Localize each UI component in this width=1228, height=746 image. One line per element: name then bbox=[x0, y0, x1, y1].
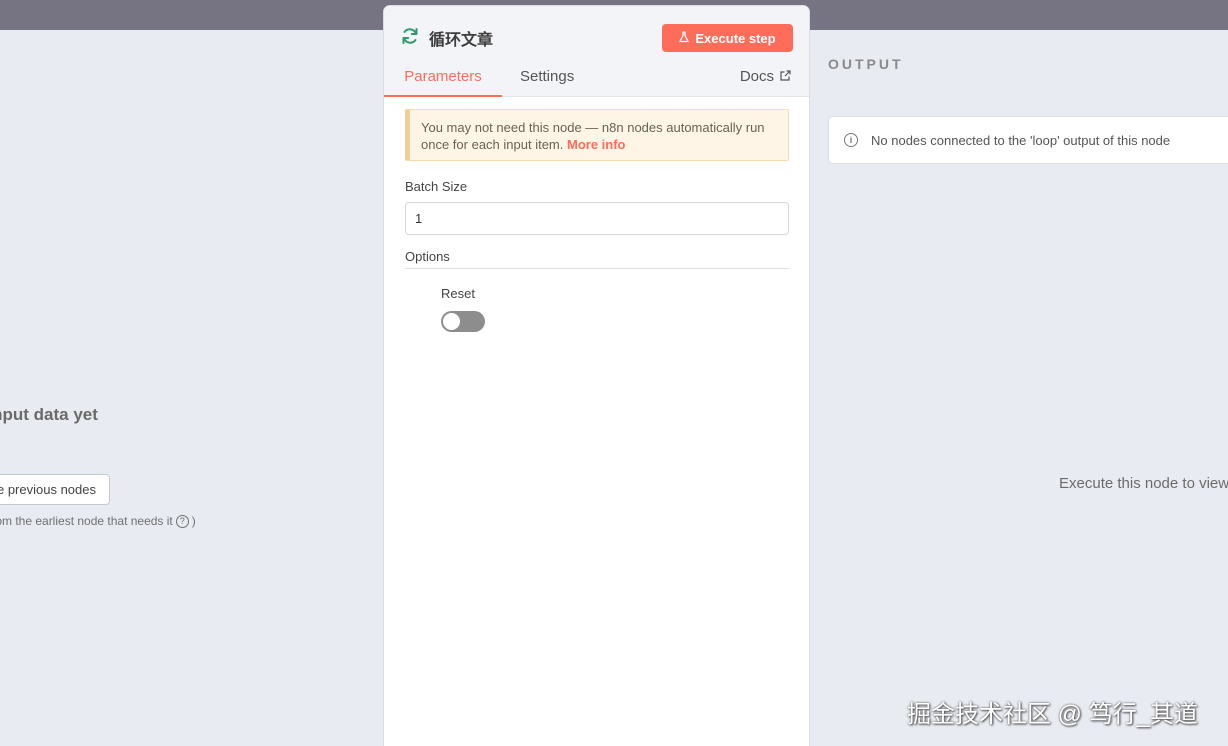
input-hint-text: (From the earliest node that needs it bbox=[0, 514, 173, 528]
refresh-icon bbox=[400, 26, 420, 46]
execute-step-button[interactable]: Execute step bbox=[662, 24, 793, 52]
more-info-link[interactable]: More info bbox=[567, 137, 626, 152]
execute-step-label: Execute step bbox=[695, 30, 776, 46]
node-panel: 循环文章 Execute step Parameters Settings Do… bbox=[383, 5, 810, 746]
tab-parameters[interactable]: Parameters bbox=[384, 68, 502, 97]
output-execute-hint: Execute this node to view data bbox=[1059, 475, 1228, 492]
flask-icon bbox=[679, 30, 690, 46]
watermark: 掘金技术社区 @ 笃行_其道 bbox=[907, 701, 1199, 728]
docs-link[interactable]: Docs bbox=[740, 68, 791, 85]
input-hint: (From the earliest node that needs it ? … bbox=[0, 514, 196, 528]
notice-callout: You may not need this node — n8n nodes a… bbox=[405, 109, 789, 161]
output-title: OUTPUT bbox=[828, 56, 904, 72]
execute-previous-nodes-button[interactable]: Execute previous nodes bbox=[0, 474, 110, 505]
options-label: Options bbox=[405, 249, 450, 264]
input-empty-title: No input data yet bbox=[0, 405, 98, 424]
input-hint-close: ) bbox=[191, 514, 196, 528]
tab-settings[interactable]: Settings bbox=[520, 68, 574, 85]
reset-label: Reset bbox=[441, 286, 475, 301]
output-message: No nodes connected to the 'loop' output … bbox=[871, 132, 1171, 148]
info-icon: i bbox=[844, 133, 858, 147]
output-message-box: i No nodes connected to the 'loop' outpu… bbox=[828, 116, 1228, 164]
docs-label: Docs bbox=[739, 68, 774, 85]
batch-size-input[interactable]: 1 bbox=[405, 202, 789, 235]
reset-toggle[interactable] bbox=[441, 311, 485, 332]
batch-size-label: Batch Size bbox=[405, 179, 468, 194]
external-link-icon bbox=[780, 68, 791, 85]
question-icon[interactable]: ? bbox=[175, 514, 189, 528]
toggle-knob bbox=[443, 313, 460, 330]
panel-header: 循环文章 Execute step Parameters Settings Do… bbox=[384, 6, 809, 97]
options-divider bbox=[405, 268, 789, 269]
node-title[interactable]: 循环文章 bbox=[429, 26, 493, 50]
